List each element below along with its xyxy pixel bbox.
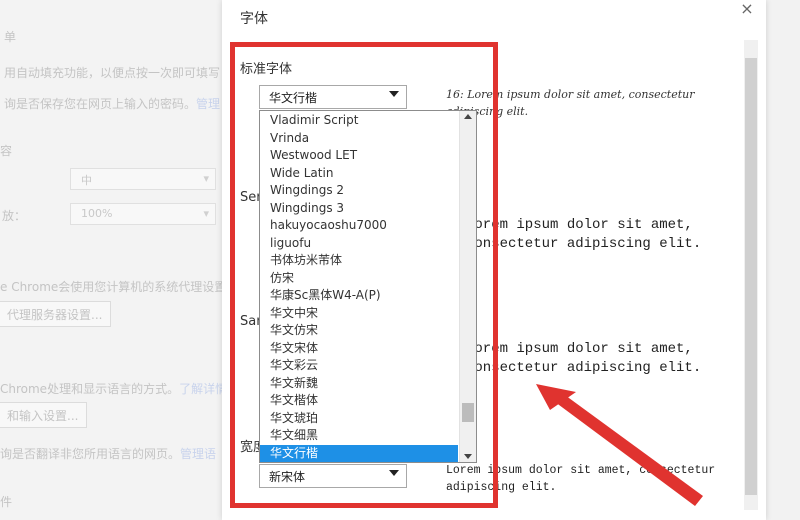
- annotation-arrow-icon: [536, 384, 703, 506]
